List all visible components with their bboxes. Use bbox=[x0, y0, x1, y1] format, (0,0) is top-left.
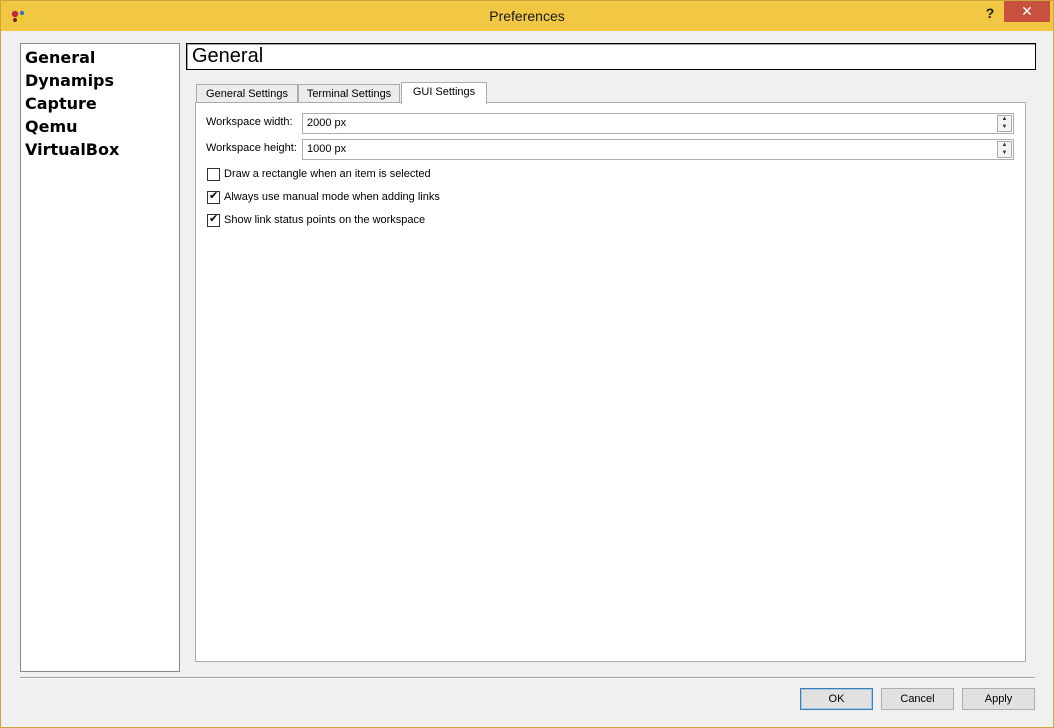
title-bar[interactable]: Preferences ? ✕ bbox=[1, 1, 1053, 31]
manual-mode-label[interactable]: Always use manual mode when adding links bbox=[224, 191, 440, 203]
window-title: Preferences bbox=[489, 8, 565, 24]
spin-up-icon[interactable]: ▲ bbox=[998, 142, 1011, 149]
divider bbox=[20, 677, 1035, 679]
workspace-width-label: Workspace width: bbox=[206, 116, 293, 128]
tab-gui-settings[interactable]: GUI Settings bbox=[401, 82, 487, 104]
help-icon[interactable]: ? bbox=[979, 3, 1001, 23]
sidebar-item-capture[interactable]: Capture bbox=[25, 94, 97, 113]
sidebar-item-dynamips[interactable]: Dynamips bbox=[25, 71, 114, 90]
workspace-width-spinbox[interactable]: 2000 px ▲ ▼ bbox=[302, 113, 1014, 134]
workspace-width-value: 2000 px bbox=[307, 117, 347, 129]
spin-up-icon[interactable]: ▲ bbox=[998, 116, 1011, 123]
dialog-body: General Dynamips Capture Qemu VirtualBox… bbox=[9, 31, 1045, 719]
draw-rectangle-label[interactable]: Draw a rectangle when an item is selecte… bbox=[224, 168, 431, 180]
tab-terminal-settings[interactable]: Terminal Settings bbox=[298, 84, 400, 104]
preferences-window: Preferences ? ✕ General Dynamips Capture… bbox=[0, 0, 1054, 728]
workspace-width-stepper[interactable]: ▲ ▼ bbox=[997, 115, 1012, 132]
checkbox-checked-icon[interactable] bbox=[207, 189, 220, 204]
link-status-label[interactable]: Show link status points on the workspace bbox=[224, 214, 425, 226]
page-title-box: General bbox=[186, 43, 1036, 70]
sidebar-item-general[interactable]: General bbox=[25, 48, 95, 67]
close-icon[interactable]: ✕ bbox=[1004, 1, 1050, 22]
apply-button[interactable]: Apply bbox=[962, 688, 1035, 710]
cancel-button[interactable]: Cancel bbox=[881, 688, 954, 710]
page-title: General bbox=[192, 45, 264, 67]
workspace-height-label: Workspace height: bbox=[206, 142, 297, 154]
spin-down-icon[interactable]: ▼ bbox=[998, 150, 1011, 157]
checkbox-checked-icon[interactable] bbox=[207, 212, 220, 227]
preferences-section-list: General Dynamips Capture Qemu VirtualBox bbox=[20, 43, 180, 672]
workspace-height-spinbox[interactable]: 1000 px ▲ ▼ bbox=[302, 139, 1014, 160]
sidebar-item-virtualbox[interactable]: VirtualBox bbox=[25, 140, 119, 159]
tab-general-settings[interactable]: General Settings bbox=[196, 84, 298, 104]
ok-button[interactable]: OK bbox=[800, 688, 873, 710]
checkbox-unchecked-icon[interactable] bbox=[207, 168, 220, 181]
workspace-height-value: 1000 px bbox=[307, 143, 347, 155]
spin-down-icon[interactable]: ▼ bbox=[998, 124, 1011, 131]
workspace-height-stepper[interactable]: ▲ ▼ bbox=[997, 141, 1012, 158]
sidebar-item-qemu[interactable]: Qemu bbox=[25, 117, 78, 136]
gui-settings-panel: Workspace width: 2000 px ▲ ▼ Workspace h… bbox=[195, 102, 1026, 662]
